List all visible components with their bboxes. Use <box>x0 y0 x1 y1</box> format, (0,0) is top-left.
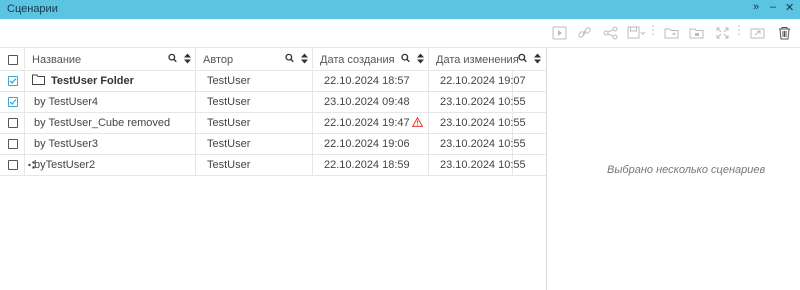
minimize-button[interactable]: – <box>770 1 776 13</box>
expand-button[interactable] <box>715 26 730 40</box>
play-icon <box>552 26 567 40</box>
window-titlebar: Сценарии » – ✕ <box>0 0 800 19</box>
column-header-label: Дата создания <box>320 54 395 66</box>
folder-icon <box>32 74 45 85</box>
search-icon[interactable] <box>285 53 294 64</box>
scenario-author: TestUser <box>207 138 251 150</box>
share-button[interactable] <box>603 26 618 40</box>
scenario-created: 22.10.2024 19:47 <box>324 117 410 129</box>
window-title: Сценарии <box>7 3 58 15</box>
run-button[interactable] <box>552 26 567 40</box>
scenario-name: byTestUser2 <box>34 159 96 171</box>
table-row[interactable]: by TestUser4 TestUser 23.10.2024 09:48 2… <box>0 91 546 113</box>
scenario-created: 22.10.2024 18:57 <box>324 75 410 87</box>
toolbar <box>0 19 800 48</box>
sort-icon[interactable] <box>416 53 425 64</box>
row-checkbox[interactable] <box>8 97 18 107</box>
scenarios-grid: Название Автор Дата создания Дата измене… <box>0 48 547 290</box>
scenario-name: TestUser Folder <box>51 75 134 87</box>
scenario-author: TestUser <box>207 117 251 129</box>
scenario-created: 22.10.2024 19:06 <box>324 138 410 150</box>
sort-icon[interactable] <box>300 53 309 64</box>
scenario-created: 23.10.2024 09:48 <box>324 96 410 108</box>
folder-move-icon <box>664 28 679 39</box>
search-icon[interactable] <box>168 53 177 64</box>
scenario-author: TestUser <box>207 75 251 87</box>
scenario-name: by TestUser3 <box>34 138 98 150</box>
scenario-modified: 23.10.2024 10:55 <box>440 117 526 129</box>
trash-icon <box>779 27 790 40</box>
toolbar-separator <box>652 23 654 43</box>
scenario-author: TestUser <box>207 159 251 171</box>
link-icon <box>578 27 591 38</box>
scenario-author: TestUser <box>207 96 251 108</box>
scenario-modified: 22.10.2024 19:07 <box>440 75 526 87</box>
delete-button[interactable] <box>777 26 792 40</box>
table-row[interactable]: TestUser Folder TestUser 22.10.2024 18:5… <box>0 70 546 92</box>
search-icon[interactable] <box>518 53 527 64</box>
detail-message: Выбрано несколько сценариев <box>607 164 766 176</box>
scenario-created: 22.10.2024 18:59 <box>324 159 410 171</box>
expand-icon <box>716 27 729 39</box>
expand-window-button[interactable]: » <box>753 1 759 13</box>
scenario-modified: 23.10.2024 10:55 <box>440 96 526 108</box>
search-icon[interactable] <box>401 53 410 64</box>
sort-icon[interactable] <box>533 53 542 64</box>
share-icon <box>603 26 618 40</box>
column-header-name[interactable]: Название <box>25 48 196 69</box>
column-header-label: Автор <box>203 54 234 66</box>
folder-lock-icon <box>689 28 704 39</box>
move-to-folder-button[interactable] <box>664 26 679 40</box>
export-icon <box>750 28 765 39</box>
row-checkbox[interactable] <box>8 160 18 170</box>
row-checkbox[interactable] <box>8 118 18 128</box>
grid-header: Название Автор Дата создания Дата измене… <box>0 48 546 71</box>
row-checkbox[interactable] <box>8 139 18 149</box>
column-header-label: Дата изменения <box>436 54 519 66</box>
scenario-modified: 23.10.2024 10:55 <box>440 138 526 150</box>
save-icon <box>627 26 646 39</box>
sort-icon[interactable] <box>183 53 192 64</box>
table-row[interactable]: by TestUser_Cube removed TestUser 22.10.… <box>0 112 546 134</box>
scenario-name: by TestUser_Cube removed <box>34 117 171 129</box>
row-checkbox[interactable] <box>8 76 18 86</box>
link-button[interactable] <box>577 26 592 40</box>
scenario-name: by TestUser4 <box>34 96 98 108</box>
detail-panel: Выбрано несколько сценариев <box>547 48 800 290</box>
save-button[interactable] <box>627 26 647 40</box>
archive-button[interactable] <box>689 26 704 40</box>
table-row[interactable]: byTestUser2 TestUser 22.10.2024 18:59 23… <box>0 154 546 176</box>
close-button[interactable]: ✕ <box>785 1 794 14</box>
table-row[interactable]: by TestUser3 TestUser 22.10.2024 19:06 2… <box>0 133 546 155</box>
toolbar-separator <box>738 23 740 43</box>
column-header-modified[interactable]: Дата изменения <box>429 48 546 69</box>
select-all-checkbox[interactable] <box>8 55 18 65</box>
scenario-modified: 23.10.2024 10:55 <box>440 159 526 171</box>
column-header-created[interactable]: Дата создания <box>313 48 429 69</box>
column-header-author[interactable]: Автор <box>196 48 313 69</box>
export-button[interactable] <box>750 26 765 40</box>
warning-icon[interactable] <box>411 116 424 127</box>
column-header-label: Название <box>32 54 82 66</box>
